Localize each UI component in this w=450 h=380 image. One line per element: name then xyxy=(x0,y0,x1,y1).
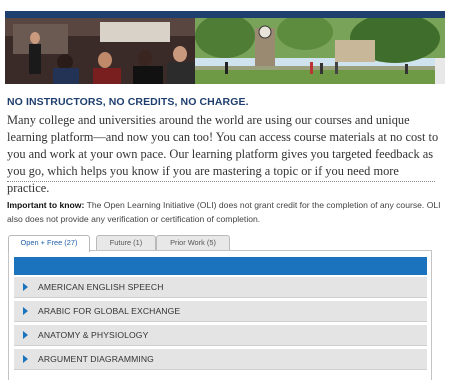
course-title: ARGUMENT DIAGRAMMING xyxy=(38,354,154,364)
dotted-divider xyxy=(7,181,435,182)
expand-arrow-icon xyxy=(23,283,28,291)
intro-paragraph: Many college and universities around the… xyxy=(7,113,439,195)
banner-photo xyxy=(5,18,445,84)
important-label: Important to know: xyxy=(7,200,85,210)
course-title: ANATOMY & PHYSIOLOGY xyxy=(38,330,149,340)
banner-image xyxy=(5,18,445,84)
important-notice: Important to know: The Open Learning Ini… xyxy=(7,198,443,226)
course-row-arabic-global-exchange[interactable]: ARABIC FOR GLOBAL EXCHANGE xyxy=(14,301,427,322)
course-list: AMERICAN ENGLISH SPEECH ARABIC FOR GLOBA… xyxy=(14,277,427,373)
expand-arrow-icon xyxy=(23,355,28,363)
panel-header-bar xyxy=(14,257,427,275)
course-title: AMERICAN ENGLISH SPEECH xyxy=(38,282,164,292)
tab-prior-work[interactable]: Prior Work (5) xyxy=(156,235,230,250)
course-title: ARABIC FOR GLOBAL EXCHANGE xyxy=(38,306,181,316)
tab-open-free[interactable]: Open + Free (27) xyxy=(8,235,90,252)
course-row-american-english-speech[interactable]: AMERICAN ENGLISH SPEECH xyxy=(14,277,427,298)
expand-arrow-icon xyxy=(23,307,28,315)
tab-future[interactable]: Future (1) xyxy=(96,235,156,250)
header-bar xyxy=(5,11,445,18)
course-row-argument-diagramming[interactable]: ARGUMENT DIAGRAMMING xyxy=(14,349,427,370)
expand-arrow-icon xyxy=(23,331,28,339)
page-headline: NO INSTRUCTORS, NO CREDITS, NO CHARGE. xyxy=(7,96,249,108)
course-row-anatomy-physiology[interactable]: ANATOMY & PHYSIOLOGY xyxy=(14,325,427,346)
